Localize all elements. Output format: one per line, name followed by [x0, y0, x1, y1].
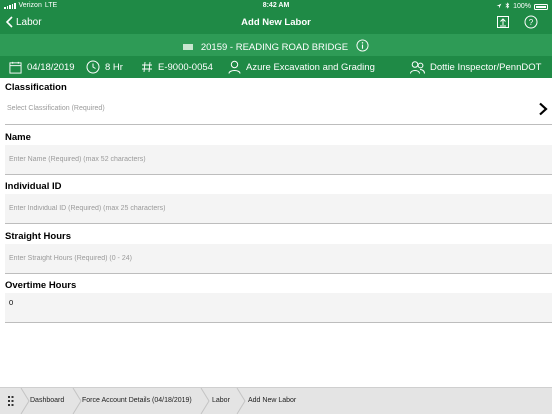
breadcrumb-separator — [20, 388, 30, 414]
svg-text:?: ? — [529, 18, 534, 27]
number-value: E-9000-0054 — [158, 61, 213, 73]
overtime-hours-input[interactable]: 0 — [5, 293, 552, 323]
hash-icon — [142, 61, 152, 73]
contractor-value: Azure Excavation and Grading — [246, 61, 375, 73]
straight-hours-field: Straight Hours — [0, 227, 552, 277]
breadcrumb-current: Add New Labor — [248, 397, 297, 404]
inspector-item: Dottie Inspector/PennDOT — [410, 59, 541, 75]
nav-actions: ? — [496, 15, 538, 29]
project-bar: 20159 - READING ROAD BRIDGE — [0, 34, 552, 56]
overtime-hours-field: Overtime Hours 0 — [0, 276, 552, 326]
breadcrumb-force-account[interactable]: Force Account Details (04/18/2019) — [82, 397, 192, 404]
project-name: 20159 - READING ROAD BRIDGE — [200, 41, 349, 53]
name-field: Name — [0, 128, 552, 178]
battery-percent: 100% — [513, 3, 531, 10]
person-icon — [228, 60, 241, 74]
chevron-right-icon — [539, 102, 548, 116]
individual-id-field: Individual ID — [0, 177, 552, 227]
classification-placeholder: Select Classification (Required) — [7, 105, 105, 112]
number-item: E-9000-0054 — [141, 59, 213, 75]
bluetooth-icon — [505, 2, 510, 11]
grid-menu-icon[interactable] — [8, 396, 17, 408]
upload-icon[interactable] — [496, 15, 510, 29]
location-icon — [496, 3, 502, 11]
individual-id-input[interactable] — [5, 194, 552, 224]
classification-select[interactable]: Select Classification (Required) — [5, 95, 552, 125]
straight-hours-label: Straight Hours — [5, 230, 71, 242]
classification-field: Classification Select Classification (Re… — [0, 78, 552, 128]
date-item: 04/18/2019 — [9, 59, 75, 75]
help-icon[interactable]: ? — [524, 15, 538, 29]
info-icon[interactable] — [356, 39, 369, 55]
name-label: Name — [5, 131, 31, 143]
clock-icon — [86, 60, 100, 74]
classification-label: Classification — [5, 82, 67, 93]
people-icon — [410, 61, 425, 74]
breadcrumb-separator — [236, 388, 246, 414]
hours-value: 8 Hr — [105, 61, 123, 73]
project-flag-icon — [182, 44, 193, 50]
clock: 8:42 AM — [262, 2, 290, 9]
info-bar: 04/18/2019 8 Hr E-9000-0054 Azure Excava… — [0, 56, 552, 78]
hours-item: 8 Hr — [86, 59, 123, 75]
breadcrumb-separator — [200, 388, 210, 414]
date-value: 04/18/2019 — [27, 61, 75, 73]
calendar-icon — [9, 61, 22, 74]
breadcrumb-labor[interactable]: Labor — [212, 397, 230, 404]
page-title: Add New Labor — [241, 17, 311, 28]
breadcrumb: Dashboard Force Account Details (04/18/2… — [0, 387, 552, 414]
individual-id-label: Individual ID — [5, 181, 62, 192]
contractor-item: Azure Excavation and Grading — [228, 59, 375, 75]
battery-icon — [534, 3, 548, 10]
overtime-hours-label: Overtime Hours — [5, 280, 77, 291]
status-bar: Verizon LTE 8:42 AM 100% — [0, 0, 552, 12]
straight-hours-input[interactable] — [5, 243, 552, 274]
status-right: 100% — [496, 2, 548, 11]
labor-form: Classification Select Classification (Re… — [0, 78, 552, 326]
navigation-bar: Labor Add New Labor ? — [0, 12, 552, 34]
name-input[interactable] — [5, 144, 552, 175]
breadcrumb-separator — [72, 388, 82, 414]
inspector-value: Dottie Inspector/PennDOT — [430, 61, 542, 73]
breadcrumb-dashboard[interactable]: Dashboard — [30, 397, 64, 404]
